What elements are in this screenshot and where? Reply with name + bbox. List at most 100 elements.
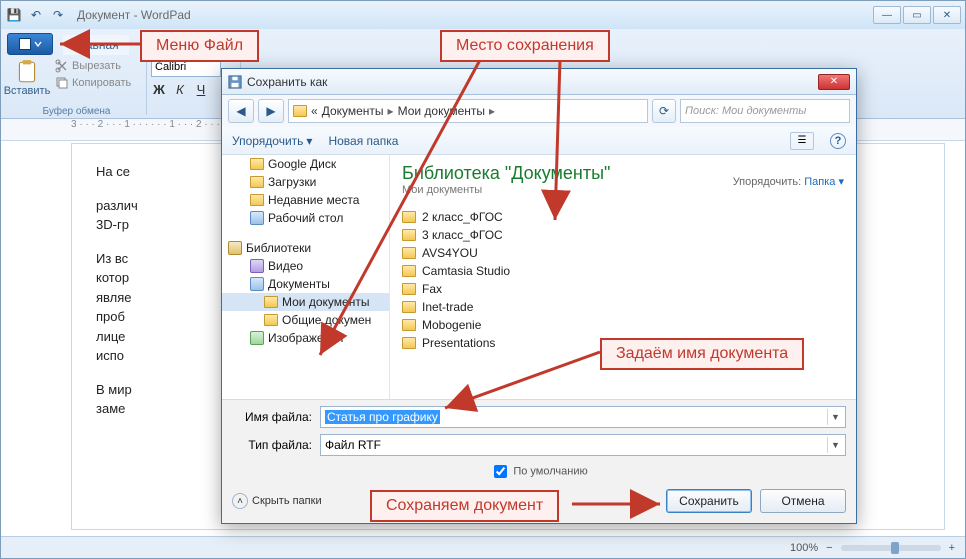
zoom-slider[interactable] bbox=[841, 545, 941, 551]
tree-item[interactable]: Общие докумен bbox=[222, 311, 389, 329]
zoom-thumb[interactable] bbox=[891, 542, 899, 554]
organize-label: Упорядочить bbox=[232, 134, 303, 148]
tree-label: Недавние места bbox=[268, 193, 359, 207]
list-item[interactable]: 2 класс_ФГОС bbox=[402, 208, 844, 226]
tree-item[interactable]: Google Диск bbox=[222, 155, 389, 173]
new-folder-button[interactable]: Новая папка bbox=[328, 134, 398, 148]
folder-icon bbox=[402, 337, 416, 349]
folder-label: Camtasia Studio bbox=[422, 264, 510, 278]
sort-control[interactable]: Упорядочить: Папка ▾ bbox=[733, 175, 844, 188]
tab-home[interactable]: Главная bbox=[63, 35, 129, 55]
zoom-value: 100% bbox=[790, 542, 818, 554]
nav-forward-button[interactable]: ▶ bbox=[258, 99, 284, 123]
desktop-icon bbox=[250, 211, 264, 225]
clipboard-group: Вставить Вырезать Копировать Буфер обмен… bbox=[7, 59, 147, 115]
folder-icon bbox=[402, 319, 416, 331]
paste-button[interactable]: Вставить bbox=[7, 59, 47, 97]
tree-label: Общие докумен bbox=[282, 313, 371, 327]
folder-icon bbox=[402, 211, 416, 223]
filename-input[interactable]: Статья про графику ▼ bbox=[320, 406, 846, 428]
list-item[interactable]: Inet-trade bbox=[402, 298, 844, 316]
organize-menu[interactable]: Упорядочить ▾ bbox=[232, 134, 312, 148]
tree-item[interactable]: Рабочий стол bbox=[222, 209, 389, 227]
default-format-checkbox[interactable] bbox=[494, 465, 507, 478]
window-title: Документ - WordPad bbox=[77, 8, 191, 22]
list-item[interactable]: 3 класс_ФГОС bbox=[402, 226, 844, 244]
copy-button[interactable]: Копировать bbox=[55, 76, 131, 90]
folder-label: Inet-trade bbox=[422, 300, 473, 314]
video-icon bbox=[250, 259, 264, 273]
qat-redo-icon[interactable]: ↷ bbox=[49, 6, 67, 24]
folder-icon bbox=[402, 247, 416, 259]
tree-label: Загрузки bbox=[268, 175, 316, 189]
callout-save-doc: Сохраняем документ bbox=[370, 490, 559, 522]
nav-tree: Google Диск Загрузки Недавние места Рабо… bbox=[222, 155, 390, 399]
tree-item[interactable]: Видео bbox=[222, 257, 389, 275]
list-item[interactable]: Mobogenie bbox=[402, 316, 844, 334]
folder-icon bbox=[402, 301, 416, 313]
library-icon bbox=[228, 241, 242, 255]
copy-icon bbox=[55, 76, 69, 90]
folder-icon bbox=[250, 158, 264, 170]
tree-label: Документы bbox=[268, 277, 330, 291]
callout-save-location: Место сохранения bbox=[440, 30, 610, 62]
help-button[interactable]: ? bbox=[830, 133, 846, 149]
zoom-out-button[interactable]: − bbox=[826, 542, 832, 554]
chevron-right-icon: ▸ bbox=[489, 104, 495, 118]
callout-file-menu: Меню Файл bbox=[140, 30, 259, 62]
tree-item[interactable]: Недавние места bbox=[222, 191, 389, 209]
cut-button[interactable]: Вырезать bbox=[55, 59, 131, 73]
tree-item-selected[interactable]: Мои документы bbox=[222, 293, 389, 311]
close-window-button[interactable]: ✕ bbox=[933, 6, 961, 24]
chevron-down-icon[interactable]: ▼ bbox=[827, 409, 843, 425]
italic-button[interactable]: К bbox=[172, 81, 188, 98]
qat-save-icon[interactable]: 💾 bbox=[5, 6, 23, 24]
hide-folders-button[interactable]: ˄ Скрыть папки bbox=[232, 493, 322, 509]
cancel-button[interactable]: Отмена bbox=[760, 489, 846, 513]
qat-undo-icon[interactable]: ↶ bbox=[27, 6, 45, 24]
nav-back-button[interactable]: ◀ bbox=[228, 99, 254, 123]
folder-label: Fax bbox=[422, 282, 442, 296]
folder-label: Mobogenie bbox=[422, 318, 481, 332]
maximize-button[interactable]: ▭ bbox=[903, 6, 931, 24]
folder-icon bbox=[250, 194, 264, 206]
view-mode-button[interactable]: ☰ bbox=[790, 132, 814, 150]
chevron-down-icon[interactable]: ▼ bbox=[827, 437, 843, 453]
chevron-up-icon: ˄ bbox=[232, 493, 248, 509]
tree-label: Google Диск bbox=[268, 157, 336, 171]
filename-value: Статья про графику bbox=[325, 410, 440, 424]
underline-button[interactable]: Ч bbox=[193, 81, 209, 98]
sort-value: Папка ▾ bbox=[804, 176, 844, 188]
minimize-button[interactable]: — bbox=[873, 6, 901, 24]
zoom-in-button[interactable]: + bbox=[949, 542, 955, 554]
list-item[interactable]: Fax bbox=[402, 280, 844, 298]
dialog-nav: ◀ ▶ « Документы ▸ Мои документы ▸ ⟳ Поис… bbox=[222, 95, 856, 127]
list-item[interactable]: AVS4YOU bbox=[402, 244, 844, 262]
refresh-button[interactable]: ⟳ bbox=[652, 99, 676, 123]
tree-item[interactable]: Загрузки bbox=[222, 173, 389, 191]
breadcrumb[interactable]: « Документы ▸ Мои документы ▸ bbox=[288, 99, 648, 123]
dialog-titlebar: Сохранить как ✕ bbox=[222, 69, 856, 95]
default-checkbox-row: По умолчанию bbox=[232, 462, 846, 481]
tree-label: Мои документы bbox=[282, 295, 369, 309]
tree-label: Изображения bbox=[268, 331, 343, 345]
search-input[interactable]: Поиск: Мои документы bbox=[680, 99, 850, 123]
callout-doc-name: Задаём имя документа bbox=[600, 338, 804, 370]
search-placeholder: Поиск: Мои документы bbox=[685, 105, 806, 117]
filetype-combo[interactable]: Файл RTF ▼ bbox=[320, 434, 846, 456]
documents-icon bbox=[250, 277, 264, 291]
list-item[interactable]: Camtasia Studio bbox=[402, 262, 844, 280]
dialog-close-button[interactable]: ✕ bbox=[818, 74, 850, 90]
file-menu-button[interactable] bbox=[7, 33, 53, 55]
bold-button[interactable]: Ж bbox=[151, 81, 167, 98]
quick-access-toolbar: 💾 ↶ ↷ bbox=[5, 6, 67, 24]
crumb-seg[interactable]: Документы bbox=[322, 104, 384, 118]
tree-section-libraries[interactable]: Библиотеки bbox=[222, 237, 389, 257]
scissors-icon bbox=[55, 59, 69, 73]
tree-item[interactable]: Документы bbox=[222, 275, 389, 293]
folder-icon bbox=[293, 105, 307, 117]
crumb-seg[interactable]: Мои документы bbox=[398, 104, 485, 118]
save-button[interactable]: Сохранить bbox=[666, 489, 752, 513]
tree-item[interactable]: Изображения bbox=[222, 329, 389, 347]
filetype-label: Тип файла: bbox=[232, 438, 312, 452]
